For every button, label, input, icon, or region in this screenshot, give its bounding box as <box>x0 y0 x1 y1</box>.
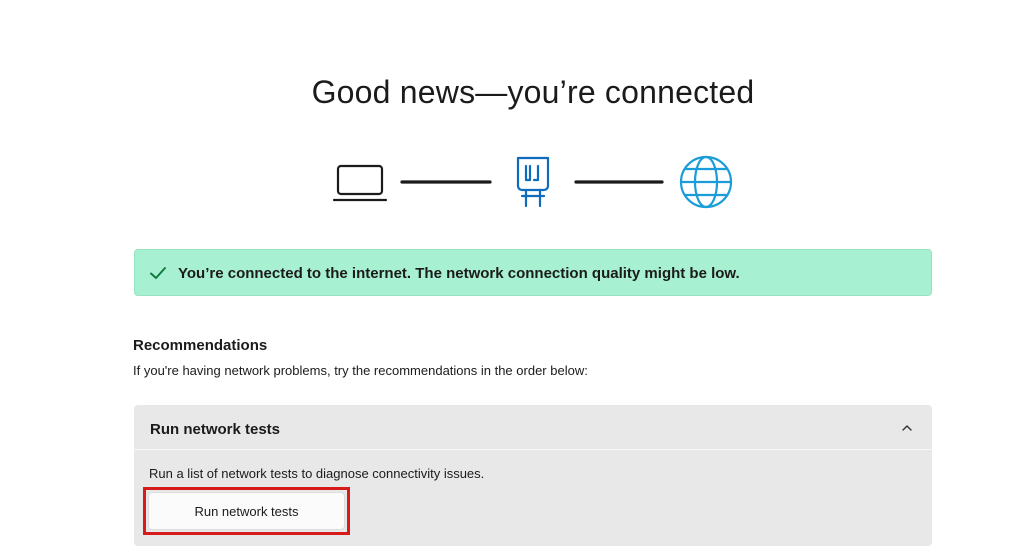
router-icon <box>516 156 550 208</box>
globe-icon <box>679 155 733 209</box>
laptop-icon <box>332 164 388 202</box>
chevron-up-icon[interactable] <box>901 423 913 433</box>
status-message: You’re connected to the internet. The ne… <box>178 265 740 282</box>
card-description: Run a list of network tests to diagnose … <box>149 466 485 481</box>
recommendations-subtitle: If you're having network problems, try t… <box>133 363 588 378</box>
network-troubleshooter-page: Good news—you’re connected You’re connec… <box>0 0 1030 558</box>
connection-status-banner: You’re connected to the internet. The ne… <box>134 249 932 296</box>
run-network-tests-card: Run network tests Run a list of network … <box>134 405 932 546</box>
card-header-toggle[interactable]: Run network tests <box>134 405 932 450</box>
checkmark-icon <box>150 267 166 279</box>
card-title: Run network tests <box>150 421 281 438</box>
page-title: Good news—you’re connected <box>311 74 755 110</box>
connection-diagram <box>330 150 740 216</box>
recommendations-heading: Recommendations <box>133 337 268 354</box>
run-network-tests-button[interactable]: Run network tests <box>148 492 345 530</box>
